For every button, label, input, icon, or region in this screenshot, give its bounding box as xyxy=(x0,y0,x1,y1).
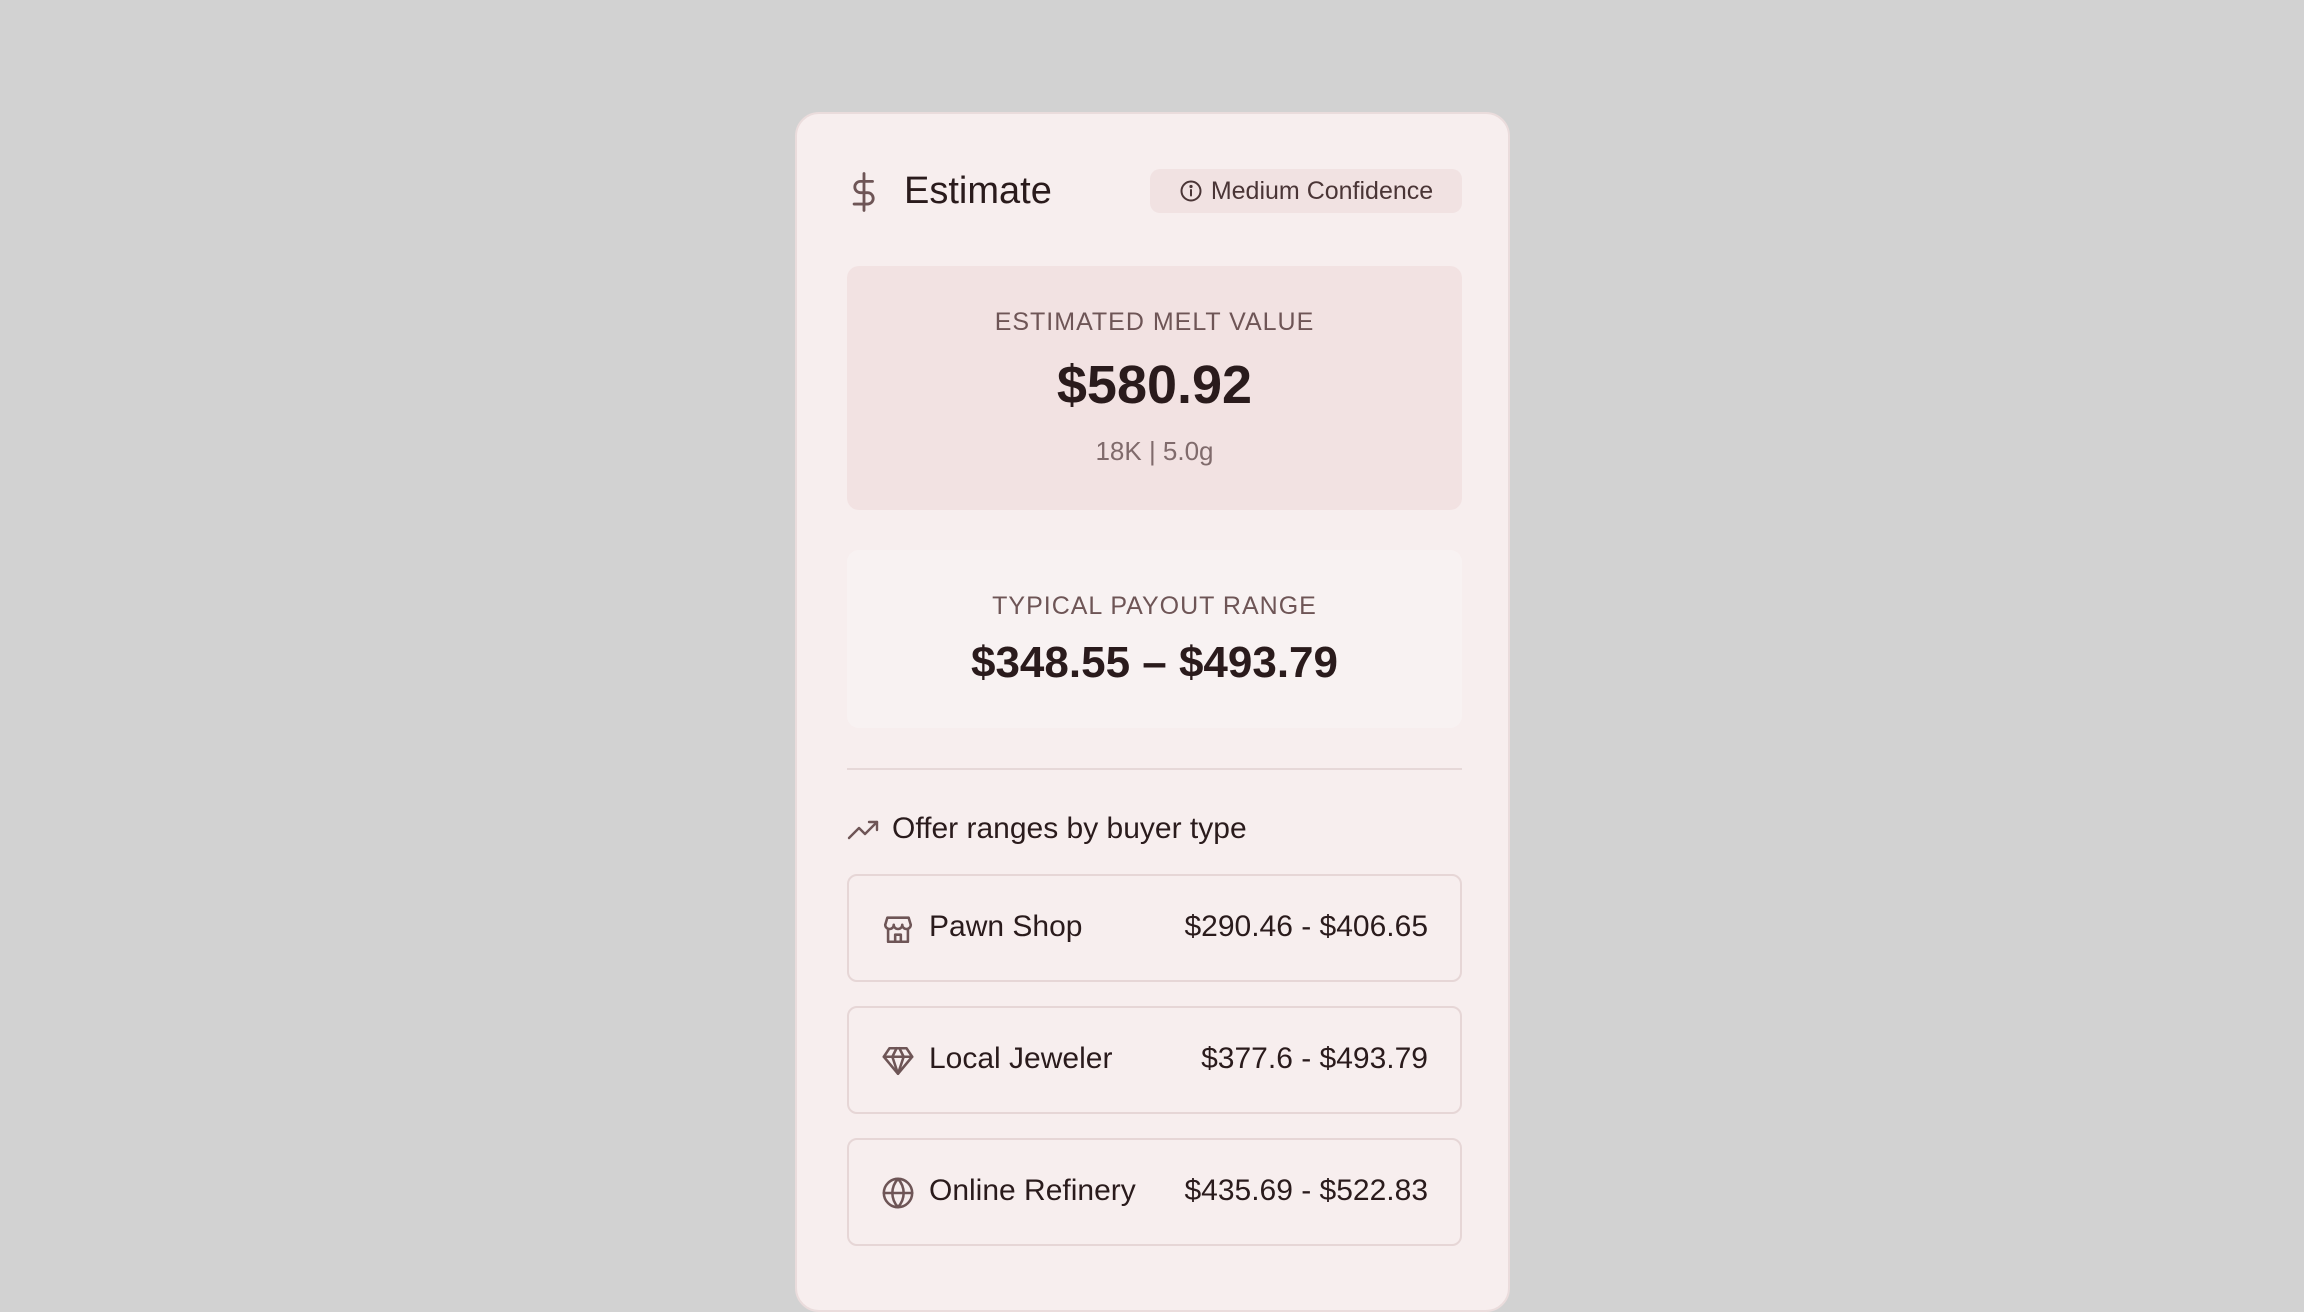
buyer-row-local-jeweler[interactable]: Local Jeweler $377.6 - $493.79 xyxy=(847,1006,1462,1114)
confidence-badge-label: Medium Confidence xyxy=(1210,176,1434,205)
store-icon xyxy=(883,916,913,944)
gem-icon xyxy=(882,1046,914,1076)
page-title: Estimate xyxy=(904,170,1052,212)
estimate-header: Estimate Medium Confidence xyxy=(847,164,1462,218)
globe-icon xyxy=(882,1177,914,1209)
payout-range-amount: $348.55 – $493.79 xyxy=(970,638,1339,687)
payout-range-panel: TYPICAL PAYOUT RANGE $348.55 – $493.79 xyxy=(847,550,1462,728)
buyer-row-online-refinery[interactable]: Online Refinery $435.69 - $522.83 xyxy=(847,1138,1462,1246)
section-divider xyxy=(847,768,1462,770)
offer-ranges-heading-text: Offer ranges by buyer type xyxy=(892,812,1247,845)
offer-ranges-heading: Offer ranges by buyer type xyxy=(847,810,1462,850)
buyer-name: Online Refinery xyxy=(929,1174,1136,1207)
trending-up-icon xyxy=(847,820,879,840)
melt-value-label: ESTIMATED MELT VALUE xyxy=(994,308,1315,336)
buyer-range: $290.46 - $406.65 xyxy=(1184,910,1428,943)
estimate-card: Estimate Medium Confidence ESTIMATED MEL… xyxy=(795,112,1510,1312)
buyer-row-pawn-shop[interactable]: Pawn Shop $290.46 - $406.65 xyxy=(847,874,1462,982)
buyer-range: $435.69 - $522.83 xyxy=(1184,1174,1428,1207)
info-icon xyxy=(1180,180,1202,202)
dollar-icon xyxy=(852,172,875,212)
buyer-name: Local Jeweler xyxy=(929,1042,1113,1075)
melt-value-details: 18K | 5.0g xyxy=(1095,436,1214,466)
confidence-badge: Medium Confidence xyxy=(1150,169,1462,213)
payout-range-label: TYPICAL PAYOUT RANGE xyxy=(992,592,1317,620)
melt-value-panel: ESTIMATED MELT VALUE $580.92 18K | 5.0g xyxy=(847,266,1462,510)
buyer-name: Pawn Shop xyxy=(929,910,1083,943)
buyer-range: $377.6 - $493.79 xyxy=(1201,1042,1428,1075)
melt-value-amount: $580.92 xyxy=(1056,355,1253,415)
